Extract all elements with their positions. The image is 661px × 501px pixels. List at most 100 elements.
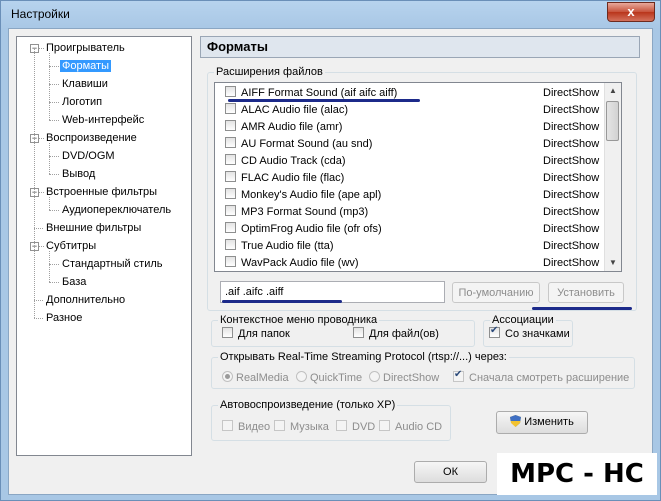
annotation-underline	[222, 300, 342, 303]
list-item-checkbox[interactable]	[225, 171, 236, 182]
close-button[interactable]: x	[607, 2, 655, 22]
window-title: Настройки	[11, 7, 70, 21]
tree-item-label: Воспроизведение	[46, 132, 137, 144]
audiocd-label: Audio CD	[395, 421, 443, 433]
list-item[interactable]: MP3 Format Sound (mp3) DirectShow	[225, 204, 613, 221]
tree-item[interactable]: Web-интерфейс	[60, 112, 146, 128]
list-item-checkbox[interactable]	[225, 256, 236, 267]
tree-line	[49, 197, 50, 210]
quicktime-radio-dot[interactable]	[296, 371, 307, 382]
files-checkbox[interactable]: Для файл(ов)	[353, 327, 439, 341]
list-item[interactable]: AMR Audio file (amr) DirectShow	[225, 119, 613, 136]
tree-item[interactable]: Клавиши	[60, 76, 110, 92]
audiocd-checkbox-box[interactable]	[379, 420, 390, 431]
tree-line	[34, 228, 43, 229]
list-item[interactable]: OptimFrog Audio file (ofr ofs) DirectShow	[225, 221, 613, 238]
tree-item-label: Разное	[46, 312, 83, 324]
tree-item[interactable]: Встроенные фильтры	[44, 184, 159, 200]
autoplay-audiocd-checkbox[interactable]: Audio CD	[379, 420, 442, 434]
quicktime-radio[interactable]: QuickTime	[296, 371, 362, 385]
autoplay-video-checkbox[interactable]: Видео	[222, 420, 270, 434]
list-item-checkbox[interactable]	[225, 120, 236, 131]
folders-label: Для папок	[238, 328, 290, 340]
tree-line	[49, 143, 50, 174]
realmedia-label: RealMedia	[236, 372, 289, 384]
tree-line	[39, 138, 44, 139]
settings-tree[interactable]: Проигрыватель − Форматы Клавиши Логотип Web-и…	[16, 36, 192, 456]
autoplay-legend: Автовоспроизведение (только XP)	[218, 398, 398, 412]
change-button[interactable]: Изменить	[496, 411, 588, 434]
list-item-type: DirectShow	[543, 257, 600, 269]
set-button[interactable]: Установить	[548, 282, 624, 303]
tree-item[interactable]: Разное	[44, 310, 84, 326]
list-item-checkbox[interactable]	[225, 103, 236, 114]
extensions-list[interactable]: ▲ ▼ AIFF Format Sound (aif aifc aiff) Dir…	[214, 82, 622, 272]
check-extension-label: Сначала смотреть расширение	[469, 372, 630, 384]
tree-item[interactable]: DVD/OGM	[60, 148, 117, 164]
tree-line	[34, 318, 43, 319]
directshow-radio[interactable]: DirectShow	[369, 371, 439, 385]
list-item-checkbox[interactable]	[225, 86, 236, 97]
tree-line	[49, 102, 59, 103]
tree-item-label: Внешние фильтры	[46, 222, 142, 234]
title-bar[interactable]: Настройки x	[1, 1, 660, 27]
list-item-checkbox[interactable]	[225, 205, 236, 216]
realmedia-radio[interactable]: RealMedia	[222, 371, 289, 385]
list-item-checkbox[interactable]	[225, 222, 236, 233]
dvd-label: DVD	[352, 421, 376, 433]
list-item-type: DirectShow	[543, 206, 600, 218]
default-button[interactable]: По-умолчанию	[452, 282, 540, 303]
tree-item[interactable]: Субтитры	[44, 238, 98, 254]
tree-item[interactable]: Форматы	[60, 58, 111, 74]
list-item[interactable]: FLAC Audio file (flac) DirectShow	[225, 170, 613, 187]
tree-line	[49, 251, 50, 282]
directshow-radio-dot[interactable]	[369, 371, 380, 382]
check-extension-checkbox[interactable]: Сначала смотреть расширение	[453, 368, 630, 385]
list-item-type: DirectShow	[543, 240, 600, 252]
tree-item[interactable]: Стандартный стиль	[60, 256, 165, 272]
tree-item[interactable]: Аудиопереключатель	[60, 202, 173, 218]
settings-window: Настройки x Проигрыватель − Форматы Клавиши…	[0, 0, 661, 501]
tree-item-label: База	[62, 276, 87, 288]
folders-checkbox-box[interactable]	[222, 327, 233, 338]
with-icons-checkbox[interactable]: Со значками	[489, 324, 570, 341]
change-button-label: Изменить	[524, 416, 574, 428]
tree-item[interactable]: Проигрыватель	[44, 40, 127, 56]
list-item-type: DirectShow	[543, 138, 600, 150]
list-item-checkbox[interactable]	[225, 154, 236, 165]
ok-button[interactable]: ОК	[414, 461, 487, 483]
list-item-checkbox[interactable]	[225, 239, 236, 250]
list-item-checkbox[interactable]	[225, 137, 236, 148]
autoplay-dvd-checkbox[interactable]: DVD	[336, 420, 375, 434]
check-extension-checkbox-box[interactable]	[453, 368, 464, 382]
tree-item[interactable]: Вывод	[60, 166, 97, 182]
list-item[interactable]: Monkey's Audio file (ape apl) DirectShow	[225, 187, 613, 204]
list-item[interactable]: True Audio file (tta) DirectShow	[225, 238, 613, 255]
list-item[interactable]: ALAC Audio file (alac) DirectShow	[225, 102, 613, 119]
tree-item[interactable]: Логотип	[60, 94, 104, 110]
dvd-checkbox-box[interactable]	[336, 420, 347, 431]
video-checkbox-box[interactable]	[222, 420, 233, 431]
tree-item[interactable]: Воспроизведение	[44, 130, 139, 146]
tree-item-label: Встроенные фильтры	[46, 186, 158, 198]
music-checkbox-box[interactable]	[274, 420, 285, 431]
list-item-type: DirectShow	[543, 87, 600, 99]
with-icons-checkbox-box[interactable]	[489, 324, 500, 338]
files-checkbox-box[interactable]	[353, 327, 364, 338]
realmedia-radio-dot[interactable]	[222, 371, 233, 382]
list-item-type: DirectShow	[543, 121, 600, 133]
list-item-name: WavPack Audio file (wv)	[241, 257, 359, 269]
autoplay-music-checkbox[interactable]: Музыка	[274, 420, 329, 434]
list-item-checkbox[interactable]	[225, 188, 236, 199]
tree-item[interactable]: Дополнительно	[44, 292, 127, 308]
tree-item[interactable]: База	[60, 274, 88, 290]
list-item[interactable]: AU Format Sound (au snd) DirectShow	[225, 136, 613, 153]
directshow-label: DirectShow	[383, 372, 440, 384]
list-item-type: DirectShow	[543, 189, 600, 201]
tree-item[interactable]: Внешние фильтры	[44, 220, 143, 236]
list-item[interactable]: WavPack Audio file (wv) DirectShow	[225, 255, 613, 271]
folders-checkbox[interactable]: Для папок	[222, 327, 290, 341]
extensions-legend: Расширения файлов	[214, 65, 325, 79]
list-item[interactable]: CD Audio Track (cda) DirectShow	[225, 153, 613, 170]
video-label: Видео	[238, 421, 271, 433]
